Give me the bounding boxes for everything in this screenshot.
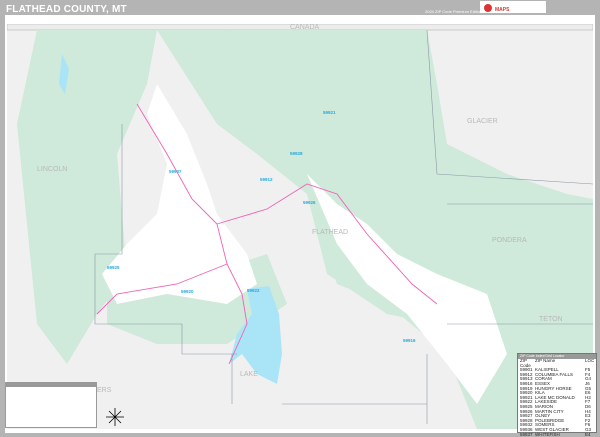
zip-label: 59921 xyxy=(323,110,336,115)
zip-label: 59920 xyxy=(181,289,194,294)
brand-logo: MAPS xyxy=(480,1,522,13)
logo-side xyxy=(522,1,546,13)
lincoln-label: LINCOLN xyxy=(37,166,67,173)
flathead-label: FLATHEAD xyxy=(312,229,348,236)
legend-title xyxy=(6,383,96,387)
zip-label: 59922 xyxy=(247,288,260,293)
county-map[interactable]: CANADA GLACIER LINCOLN FLATHEAD PONDERA … xyxy=(7,24,593,429)
teton-label: TETON xyxy=(539,316,563,323)
svg-text:MAPS: MAPS xyxy=(495,7,510,13)
zip-label: 59926 xyxy=(303,200,316,205)
zip-label: 59937 xyxy=(169,169,182,174)
zip-code: 59937 xyxy=(520,433,535,437)
glacier-label: GLACIER xyxy=(467,118,498,125)
header-title: FLATHEAD COUNTY, MT xyxy=(6,4,127,15)
zip-label: 59925 xyxy=(107,265,120,270)
zip-name: WHITEFISH xyxy=(535,433,585,437)
zip-label: 59928 xyxy=(290,151,303,156)
map-legend xyxy=(5,382,97,428)
canada-label: CANADA xyxy=(290,24,320,31)
zip-index-table: ZIP Code Index/Grid Locator ZIP Code ZIP… xyxy=(517,353,597,433)
edition-label: 2024 ZIP Code Premium Edition xyxy=(425,9,482,14)
zip-label: 59912 xyxy=(260,177,273,182)
sanders-label: ERS xyxy=(97,387,112,394)
zip-label: 59916 xyxy=(403,338,416,343)
lake-label: LAKE xyxy=(240,371,258,378)
table-row: 59937WHITEFISHE4 xyxy=(518,433,596,437)
pondera-label: PONDERA xyxy=(492,237,527,244)
grid-loc: E4 xyxy=(585,433,591,437)
